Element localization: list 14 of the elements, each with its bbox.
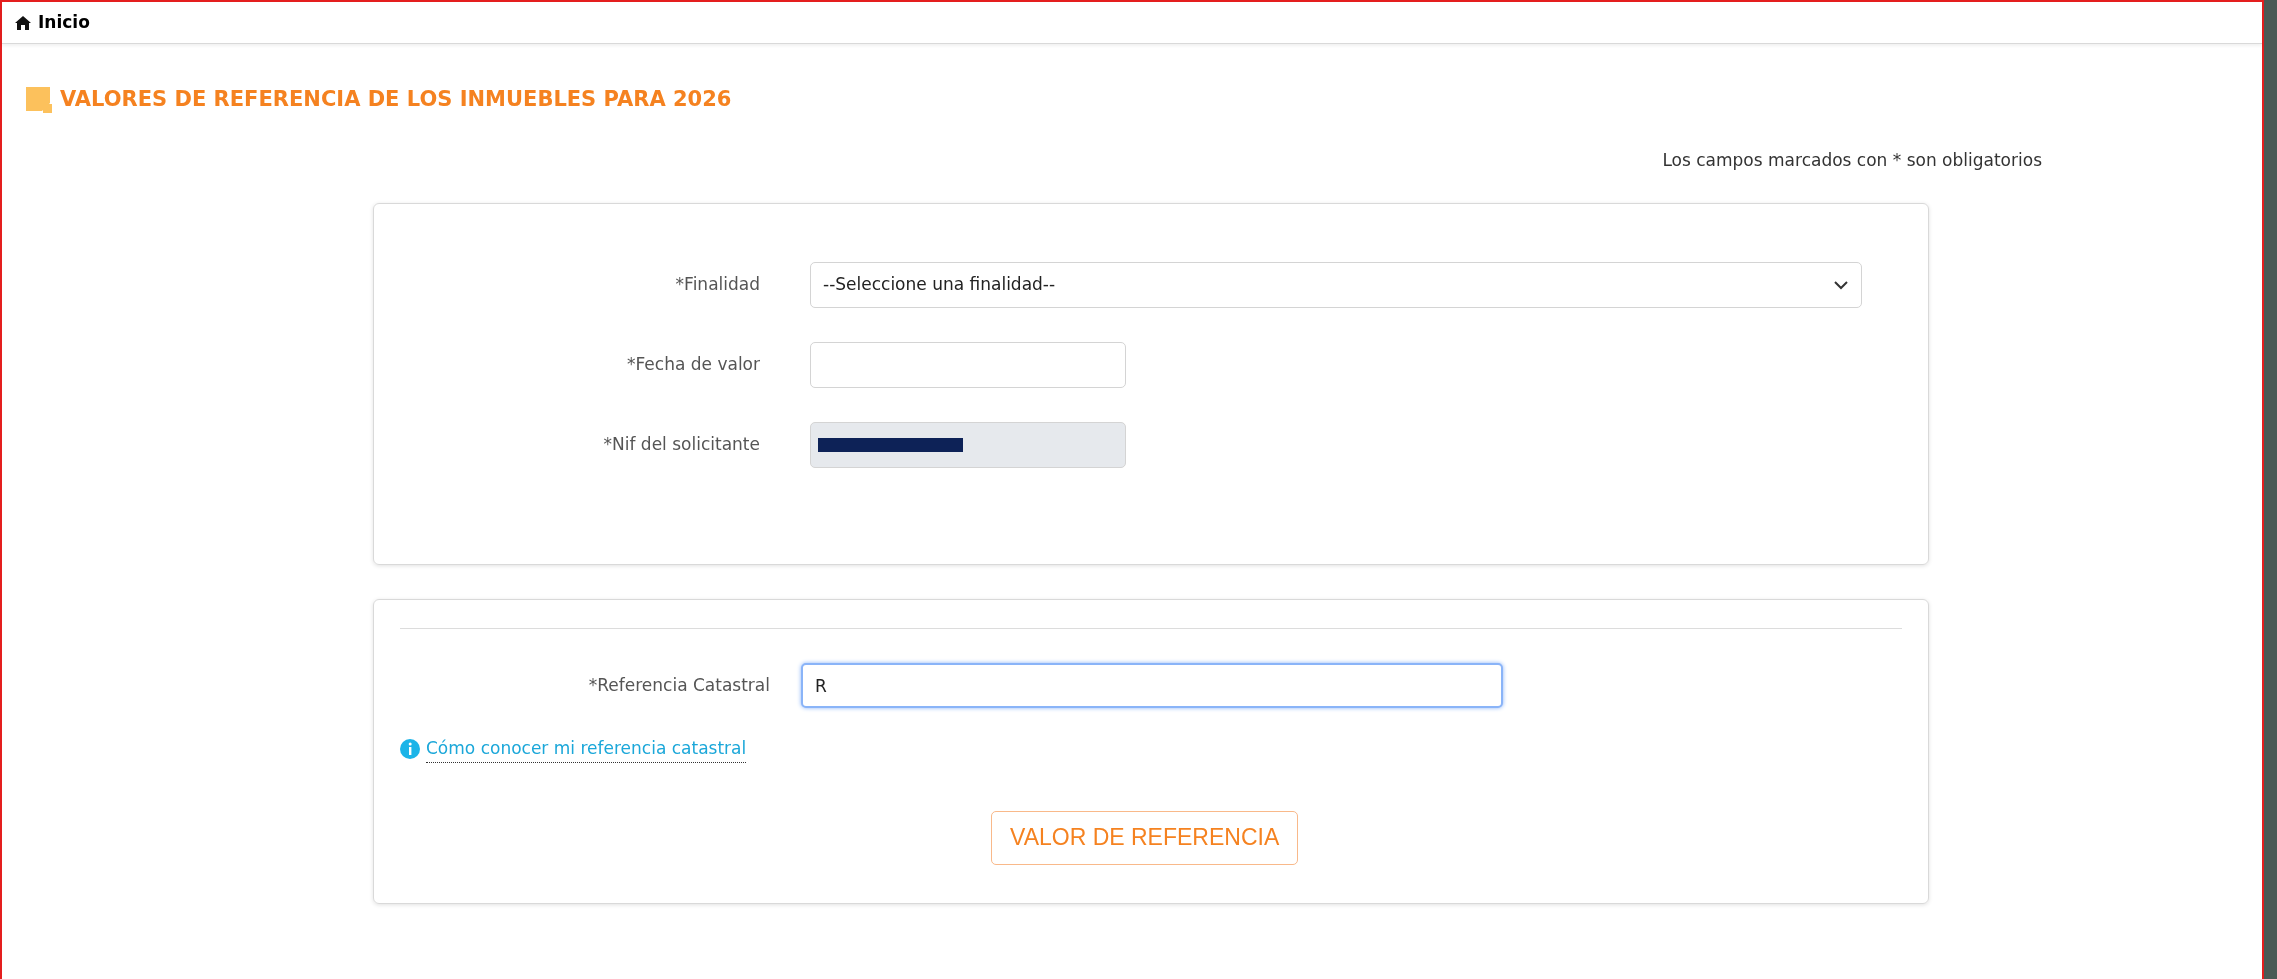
field-label: *Fecha de valor [626,353,761,377]
date-field[interactable] [810,342,1126,388]
required-fields-note: Los campos marcados con * son obligatorios [1662,148,2042,172]
field-label: *Finalidad [674,273,761,297]
info-icon [400,739,420,760]
breadcrumb-link[interactable]: Inicio [38,9,90,36]
chevron-down-icon [1833,280,1849,290]
home-icon [14,14,32,31]
field-label: *Referencia Catastral [587,673,771,697]
purpose-select[interactable]: --Seleccione una finalidad-- [810,262,1862,308]
field-label: *Nif del solicitante [602,433,761,457]
page-title: VALORES DE REFERENCIA DE LOS INMUEBLES PARA 2026 [60,86,732,113]
cadastral-reference-field[interactable]: R [801,663,1503,708]
document-icon [26,86,52,113]
